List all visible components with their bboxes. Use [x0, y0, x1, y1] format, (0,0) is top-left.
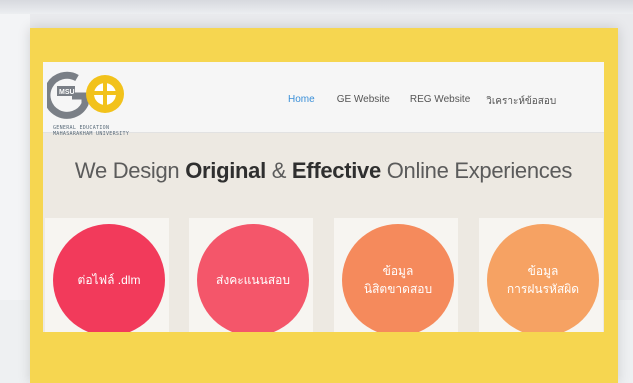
submit-scores-button[interactable]: ส่งคะแนนสอบ — [197, 224, 309, 332]
headline-effective: Effective — [291, 158, 381, 183]
tile-absent-line1: ข้อมูล — [382, 264, 414, 278]
headline-part5: Online Experiences — [380, 158, 573, 183]
ge-logo[interactable]: MSU GENERAL EDUCATION MAHASARAKHAM UNIVE… — [43, 70, 137, 137]
nav-reg-website[interactable]: REG Website — [410, 94, 470, 110]
headline-part1: We Design — [74, 158, 186, 183]
dlm-file-button[interactable]: ต่อไฟล์ .dlm — [53, 224, 165, 332]
logo-badge: MSU — [59, 89, 75, 96]
tile-absent-line2: นิสิตขาดสอบ — [363, 282, 433, 296]
tile-submit-scores: ส่งคะแนนสอบ — [189, 218, 313, 332]
logo-caption-line2: MAHASARAKHAM UNIVERSITY — [53, 131, 130, 137]
left-panel — [0, 14, 30, 304]
headline-original: Original — [185, 158, 266, 183]
tile-submit-line1: ส่งคะแนนสอบ — [216, 273, 290, 287]
nav-menu: Home GE Website REG Website วิเคราะห์ข้อ… — [288, 94, 556, 110]
nav-home[interactable]: Home — [288, 94, 315, 110]
tile-code-line2: การฝนรหัสผิด — [506, 282, 580, 296]
tile-absent-students: ข้อมูล นิสิตขาดสอบ — [334, 218, 458, 332]
nav-exam-analysis[interactable]: วิเคราะห์ข้อสอบ — [486, 94, 556, 110]
tile-code-line1: ข้อมูล — [527, 264, 559, 278]
page-headline: We Design Original & Effective Online Ex… — [43, 158, 604, 184]
headline-part3: & — [265, 158, 292, 183]
absent-students-button[interactable]: ข้อมูล นิสิตขาดสอบ — [342, 224, 454, 332]
tile-code-errors: ข้อมูล การฝนรหัสผิด — [479, 218, 603, 332]
service-tiles: ต่อไฟล์ .dlm ส่งคะแนนสอบ ข้อมูล นิสิตขาด… — [43, 218, 604, 332]
site-navbar: MSU GENERAL EDUCATION MAHASARAKHAM UNIVE… — [43, 62, 604, 137]
logo-caption: GENERAL EDUCATION MAHASARAKHAM UNIVERSIT… — [53, 125, 129, 137]
code-errors-button[interactable]: ข้อมูล การฝนรหัสผิด — [487, 224, 599, 332]
ge-logo-icon: MSU — [43, 71, 124, 119]
website-preview: MSU GENERAL EDUCATION MAHASARAKHAM UNIVE… — [43, 62, 604, 332]
nav-ge-website[interactable]: GE Website — [337, 94, 390, 110]
top-strip — [0, 0, 633, 14]
tile-dlm-line1: ต่อไฟล์ .dlm — [77, 273, 141, 287]
tile-dlm: ต่อไฟล์ .dlm — [45, 218, 169, 332]
frame-bottom — [30, 332, 618, 383]
